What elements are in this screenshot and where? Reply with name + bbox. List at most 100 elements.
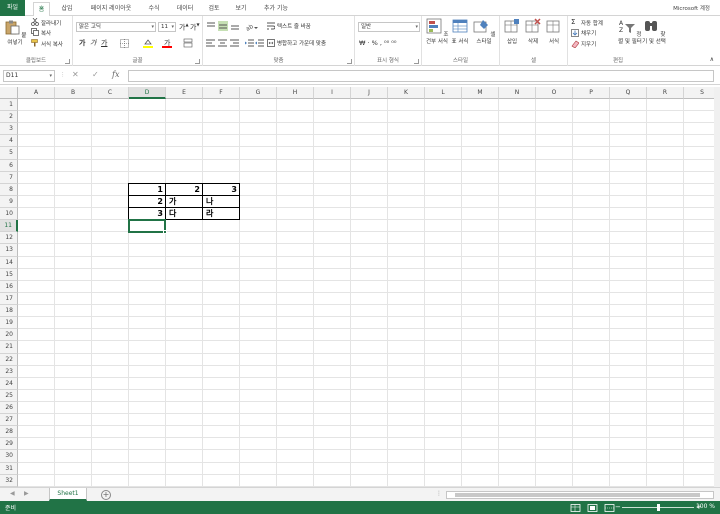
sheet-tab[interactable]: Sheet1 [49,488,87,501]
merge-center-button[interactable]: 병합하고 가운데 맞춤 [277,39,326,47]
name-box[interactable]: D11 ▾ [3,70,55,82]
row-header-20[interactable]: 20 [0,329,18,342]
row-header-13[interactable]: 13 [0,244,18,257]
select-all-corner[interactable] [0,87,18,99]
formula-input[interactable] [128,70,714,82]
find-select-button[interactable]: 찾기 및 선택 [642,18,666,46]
insert-function-icon[interactable]: fx [112,70,119,79]
tab-view[interactable]: 보기 [231,2,251,15]
row-header-5[interactable]: 5 [0,147,18,160]
tab-file[interactable]: 파일 [0,0,25,16]
phonetic-icon[interactable] [183,38,193,48]
row-header-12[interactable]: 12 [0,232,18,245]
insert-cells-button[interactable]: 삽입 [502,18,522,46]
column-header-i[interactable]: I [314,87,351,99]
row-header-18[interactable]: 18 [0,305,18,318]
row-header-15[interactable]: 15 [0,268,18,281]
tab-data[interactable]: 데이터 [172,2,198,15]
tab-insert[interactable]: 삽입 [55,2,79,15]
zoom-level[interactable]: 100 % [696,503,715,510]
column-header-o[interactable]: O [536,87,573,99]
indent-icons[interactable] [245,38,265,48]
active-cell-selection[interactable] [128,219,166,234]
conditional-format-button[interactable]: 조건부 서식 [425,18,449,46]
row-header-14[interactable]: 14 [0,256,18,269]
row-header-4[interactable]: 4 [0,135,18,148]
row-header-9[interactable]: 9 [0,195,18,209]
column-header-h[interactable]: H [277,87,314,99]
sort-filter-button[interactable]: AZ 정렬 및 필터 [618,18,642,46]
zoom-out-button[interactable]: − [615,503,621,511]
column-header-m[interactable]: M [462,87,499,99]
format-painter-button[interactable]: 서식 복사 [41,40,63,48]
column-header-n[interactable]: N [499,87,536,99]
row-header-26[interactable]: 26 [0,402,18,415]
row-header-11[interactable]: 11 [0,220,18,233]
worksheet-grid[interactable]: A B C D E F G H I J K L M N O P Q R S 1 2 3 4 5 6 7 8 9 10 11 12 13 14 15… [0,87,720,487]
column-header-b[interactable]: B [55,87,92,99]
column-header-r[interactable]: R [647,87,684,99]
column-header-f[interactable]: F [203,87,240,99]
column-header-c[interactable]: C [92,87,129,99]
row-header-25[interactable]: 25 [0,389,18,402]
column-header-d[interactable]: D [129,87,166,99]
enter-icon[interactable]: ✓ [92,70,99,79]
row-header-21[interactable]: 21 [0,341,18,354]
number-format-buttons[interactable]: ₩ · % , ⁰⁰ ⁰⁰ [359,39,397,47]
column-header-l[interactable]: L [425,87,462,99]
grow-font-button[interactable]: 가▲ [179,22,189,32]
font-name-select[interactable]: 맑은 고딕 ▾ [76,22,156,32]
next-sheet-icon[interactable]: ▶ [24,490,29,497]
row-header-17[interactable]: 17 [0,292,18,306]
row-header-23[interactable]: 23 [0,365,18,378]
horizontal-align-icons[interactable] [206,38,242,48]
row-header-6[interactable]: 6 [0,159,18,172]
row-header-27[interactable]: 27 [0,414,18,427]
row-header-19[interactable]: 19 [0,317,18,330]
font-size-select[interactable]: 11 ▾ [158,22,176,32]
row-header-22[interactable]: 22 [0,353,18,366]
fill-color-icon[interactable] [143,38,153,48]
orientation-icon[interactable]: ab [245,21,259,31]
autosum-button[interactable]: 자동 합계 [581,19,603,27]
row-header-32[interactable]: 32 [0,474,18,487]
row-header-7[interactable]: 7 [0,171,18,184]
column-header-q[interactable]: Q [610,87,647,99]
format-cells-button[interactable]: 서식 [544,18,564,46]
tab-home[interactable]: 홈 [33,2,50,17]
paste-button[interactable]: 붙여넣기 [2,19,28,47]
cut-button[interactable]: 잘라내기 [41,19,61,27]
column-header-p[interactable]: P [573,87,610,99]
row-header-2[interactable]: 2 [0,111,18,124]
row-header-1[interactable]: 1 [0,99,18,112]
account-name[interactable]: Microsoft 계정 [673,4,710,12]
row-header-30[interactable]: 30 [0,450,18,463]
tab-review[interactable]: 검토 [204,2,224,15]
delete-cells-button[interactable]: 삭제 [523,18,543,46]
column-header-k[interactable]: K [388,87,425,99]
column-header-j[interactable]: J [351,87,388,99]
row-header-8[interactable]: 8 [0,183,18,196]
number-format-select[interactable]: 일반 ▾ [358,22,420,32]
underline-button[interactable]: 가 [101,38,107,48]
bold-button[interactable]: 가 [79,38,85,48]
format-as-table-button[interactable]: 표 서식 [449,18,471,46]
tab-page-layout[interactable]: 페이지 레이아웃 [85,2,137,15]
column-header-a[interactable]: A [18,87,55,99]
cancel-icon[interactable]: ✕ [72,70,79,79]
column-header-e[interactable]: E [166,87,203,99]
vertical-scrollbar[interactable] [714,87,720,487]
row-header-3[interactable]: 3 [0,123,18,136]
row-header-31[interactable]: 31 [0,462,18,475]
cell-styles-button[interactable]: 셀 스타일 [472,18,496,46]
zoom-slider-thumb[interactable] [657,504,660,511]
prev-sheet-icon[interactable]: ◀ [10,490,15,497]
number-launcher[interactable] [414,59,419,64]
collapse-ribbon-icon[interactable]: ∧ [710,56,714,63]
clear-button[interactable]: 지우기 [581,40,596,48]
tab-split-handle[interactable]: ⋮ [436,490,442,497]
vertical-align-icons[interactable] [206,21,242,31]
font-launcher[interactable] [195,59,200,64]
row-header-24[interactable]: 24 [0,377,18,390]
row-header-29[interactable]: 29 [0,438,18,451]
